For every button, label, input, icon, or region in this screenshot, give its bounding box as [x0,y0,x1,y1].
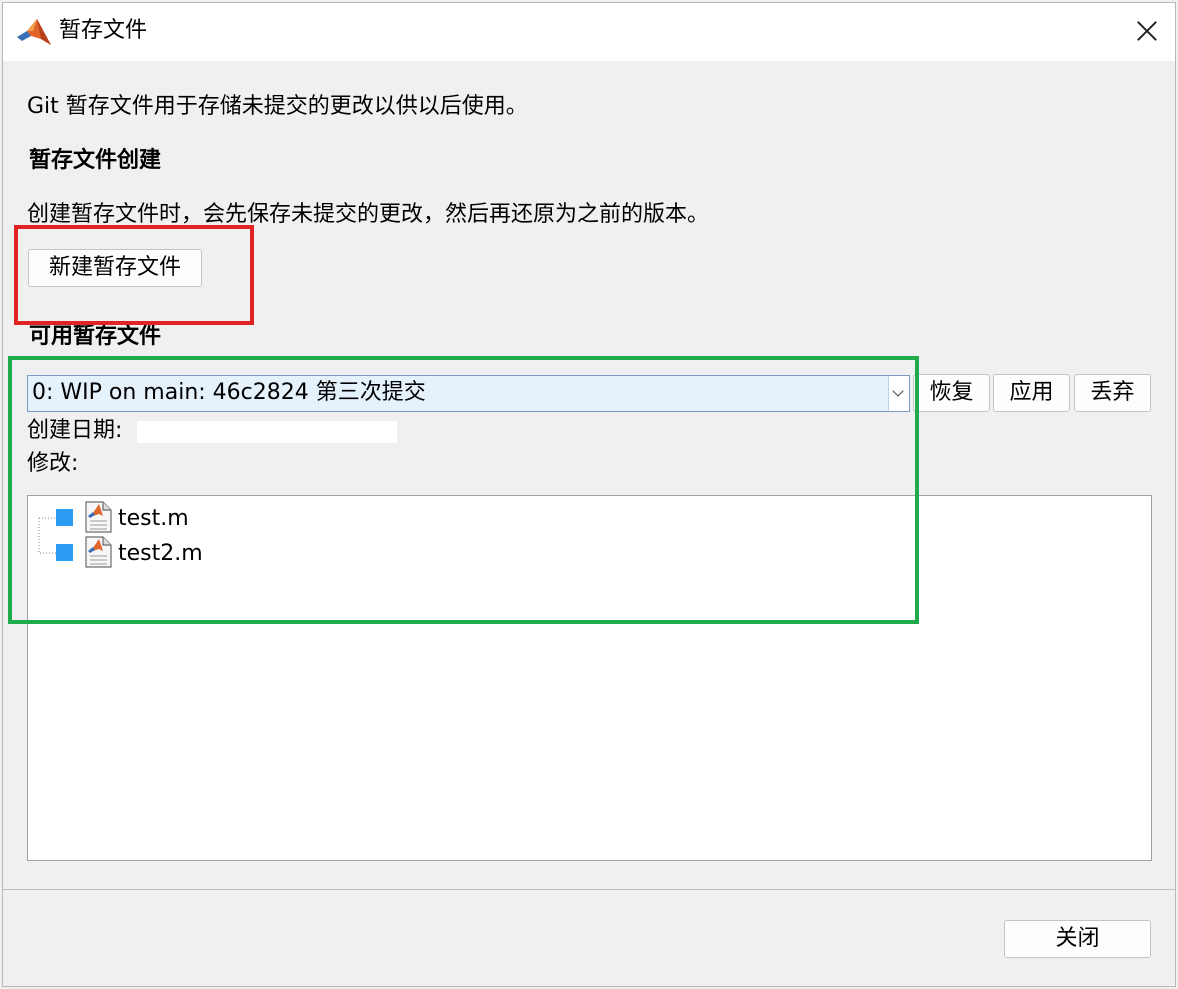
discard-button[interactable]: 丢弃 [1074,374,1151,412]
restore-button[interactable]: 恢复 [913,374,990,412]
red-highlight-box [14,225,254,325]
close-button[interactable]: 关闭 [1004,920,1151,958]
apply-button[interactable]: 应用 [993,374,1070,412]
create-section-heading: 暂存文件创建 [29,148,162,173]
close-window-button[interactable] [1133,17,1161,45]
available-section-heading: 可用暂存文件 [29,324,162,349]
footer-separator [3,889,1175,890]
matlab-logo-icon [17,19,51,45]
stash-dialog: 暂存文件 Git 暂存文件用于存储未提交的更改以供以后使用。 暂存文件创建 创建… [2,2,1176,987]
green-highlight-box [8,356,919,624]
title-bar: 暂存文件 [3,3,1175,61]
intro-text: Git 暂存文件用于存储未提交的更改以供以后使用。 [27,94,528,119]
window-title: 暂存文件 [59,18,148,43]
